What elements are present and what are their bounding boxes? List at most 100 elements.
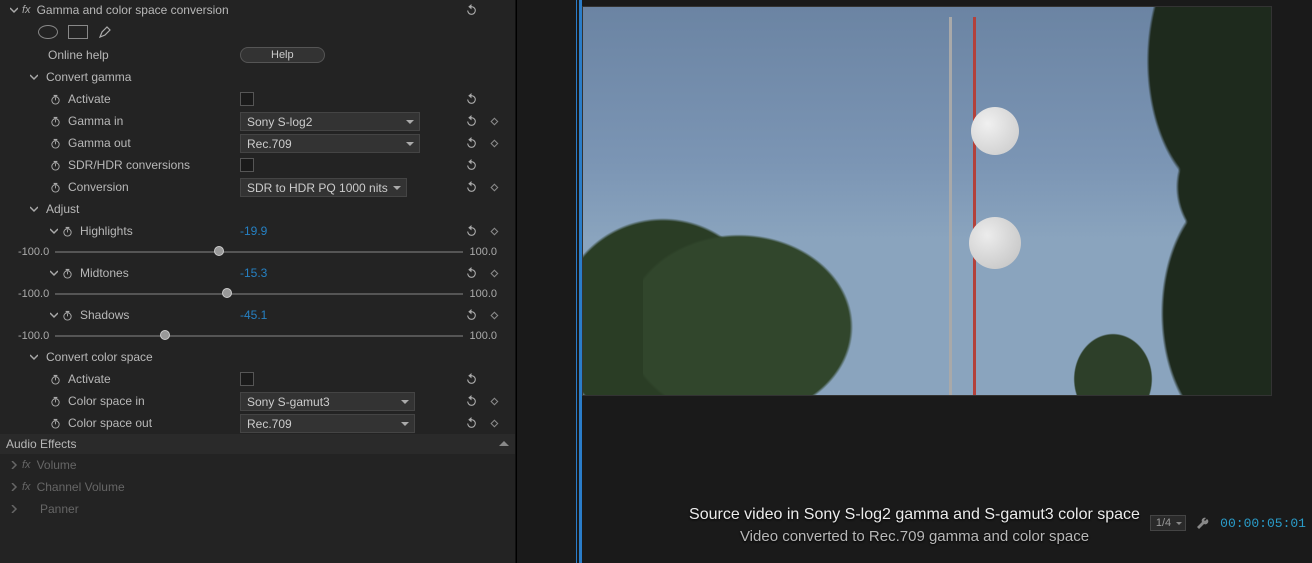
- activate-gamma-checkbox[interactable]: [240, 92, 254, 106]
- stopwatch-icon[interactable]: [60, 266, 74, 280]
- activate-cs-checkbox[interactable]: [240, 372, 254, 386]
- cs-out-row: Color space out Rec.709: [0, 412, 515, 434]
- convert-gamma-header[interactable]: Convert gamma: [0, 66, 515, 88]
- reset-icon[interactable]: [464, 266, 479, 281]
- playhead-line[interactable]: [576, 0, 577, 563]
- chevron-down-icon[interactable]: [28, 351, 40, 363]
- panner-label: Panner: [40, 502, 79, 516]
- midtones-value[interactable]: -15.3: [240, 266, 267, 280]
- gamma-in-dropdown[interactable]: Sony S-log2: [240, 112, 420, 131]
- keyframe-nav-icon[interactable]: [488, 394, 503, 409]
- panner-row[interactable]: Panner: [0, 498, 515, 520]
- slider-max: 100.0: [469, 246, 497, 258]
- chevron-right-icon[interactable]: [8, 459, 20, 471]
- reset-icon[interactable]: [464, 416, 479, 431]
- stopwatch-icon[interactable]: [48, 416, 62, 430]
- slider-min: -100.0: [18, 330, 49, 342]
- chevron-down-icon[interactable]: [28, 203, 40, 215]
- resolution-dropdown[interactable]: 1/4: [1150, 515, 1186, 531]
- fx-icon: fx: [22, 459, 31, 471]
- stopwatch-icon[interactable]: [48, 114, 62, 128]
- reset-icon[interactable]: [464, 114, 479, 129]
- convert-cs-header[interactable]: Convert color space: [0, 346, 515, 368]
- reset-icon[interactable]: [464, 372, 479, 387]
- keyframe-nav-icon[interactable]: [488, 136, 503, 151]
- cs-out-dropdown[interactable]: Rec.709: [240, 414, 415, 433]
- chevron-down-icon[interactable]: [48, 309, 60, 321]
- channel-volume-label: Channel Volume: [37, 480, 125, 494]
- timecode[interactable]: 00:00:05:01: [1220, 516, 1306, 531]
- shadows-value[interactable]: -45.1: [240, 308, 267, 322]
- channel-volume-row[interactable]: fx Channel Volume: [0, 476, 515, 498]
- audio-effects-header[interactable]: Audio Effects: [0, 434, 515, 454]
- chevron-down-icon[interactable]: [28, 71, 40, 83]
- effects-panel: fx Gamma and color space conversion Onli…: [0, 0, 516, 563]
- volume-row[interactable]: fx Volume: [0, 454, 515, 476]
- stopwatch-icon[interactable]: [48, 180, 62, 194]
- adjust-label: Adjust: [46, 202, 79, 216]
- activate-cs-label: Activate: [68, 372, 111, 386]
- activate-gamma-row: Activate: [0, 88, 515, 110]
- midtones-slider[interactable]: [55, 285, 463, 303]
- midtones-label: Midtones: [80, 266, 129, 280]
- chevron-right-icon[interactable]: [8, 503, 20, 515]
- reset-icon[interactable]: [464, 224, 479, 239]
- keyframe-nav-icon[interactable]: [488, 114, 503, 129]
- shadows-slider-row: -100.0 100.0: [0, 326, 515, 346]
- gamma-in-row: Gamma in Sony S-log2: [0, 110, 515, 132]
- stopwatch-icon[interactable]: [60, 308, 74, 322]
- volume-label: Volume: [37, 458, 77, 472]
- gamma-out-dropdown[interactable]: Rec.709: [240, 134, 420, 153]
- cs-in-row: Color space in Sony S-gamut3: [0, 390, 515, 412]
- chevron-down-icon[interactable]: [48, 267, 60, 279]
- adjust-header[interactable]: Adjust: [0, 198, 515, 220]
- reset-icon[interactable]: [464, 394, 479, 409]
- cs-in-dropdown[interactable]: Sony S-gamut3: [240, 392, 415, 411]
- stopwatch-icon[interactable]: [48, 158, 62, 172]
- highlights-value[interactable]: -19.9: [240, 224, 267, 238]
- keyframe-nav-icon[interactable]: [488, 416, 503, 431]
- video-preview[interactable]: [582, 6, 1272, 396]
- gamma-in-label: Gamma in: [68, 114, 123, 128]
- cs-in-label: Color space in: [68, 394, 145, 408]
- reset-icon[interactable]: [464, 136, 479, 151]
- shadows-row: Shadows -45.1: [0, 304, 515, 326]
- stopwatch-icon[interactable]: [48, 394, 62, 408]
- slider-thumb[interactable]: [222, 288, 232, 298]
- rectangle-mask-button[interactable]: [68, 25, 88, 39]
- effect-header: fx Gamma and color space conversion: [0, 0, 515, 20]
- keyframe-nav-icon[interactable]: [488, 224, 503, 239]
- reset-icon[interactable]: [464, 158, 479, 173]
- highlights-slider[interactable]: [55, 243, 463, 261]
- slider-thumb[interactable]: [214, 246, 224, 256]
- chevron-down-icon[interactable]: [48, 225, 60, 237]
- stopwatch-icon[interactable]: [48, 136, 62, 150]
- keyframe-nav-icon[interactable]: [488, 266, 503, 281]
- audio-effects-label: Audio Effects: [6, 437, 77, 451]
- reset-icon[interactable]: [464, 92, 479, 107]
- conversion-row: Conversion SDR to HDR PQ 1000 nits: [0, 176, 515, 198]
- stopwatch-icon[interactable]: [48, 92, 62, 106]
- sdr-hdr-checkbox[interactable]: [240, 158, 254, 172]
- chevron-down-icon[interactable]: [8, 4, 20, 16]
- pen-mask-icon[interactable]: [98, 25, 112, 39]
- chevron-right-icon[interactable]: [8, 481, 20, 493]
- wrench-icon[interactable]: [1196, 516, 1210, 530]
- highlights-label: Highlights: [80, 224, 133, 238]
- conversion-dropdown[interactable]: SDR to HDR PQ 1000 nits: [240, 178, 407, 197]
- reset-icon[interactable]: [464, 308, 479, 323]
- stopwatch-icon[interactable]: [48, 372, 62, 386]
- ellipse-mask-button[interactable]: [38, 25, 58, 39]
- highlights-slider-row: -100.0 100.0: [0, 242, 515, 262]
- keyframe-nav-icon[interactable]: [488, 180, 503, 195]
- midtones-row: Midtones -15.3: [0, 262, 515, 284]
- reset-icon[interactable]: [464, 180, 479, 195]
- keyframe-nav-icon[interactable]: [488, 308, 503, 323]
- reset-effect-icon[interactable]: [464, 3, 479, 18]
- shadows-slider[interactable]: [55, 327, 463, 345]
- stopwatch-icon[interactable]: [60, 224, 74, 238]
- viewer-controls: 1/4 00:00:05:01: [1150, 515, 1306, 531]
- slider-min: -100.0: [18, 246, 49, 258]
- slider-thumb[interactable]: [160, 330, 170, 340]
- help-button[interactable]: Help: [240, 47, 325, 63]
